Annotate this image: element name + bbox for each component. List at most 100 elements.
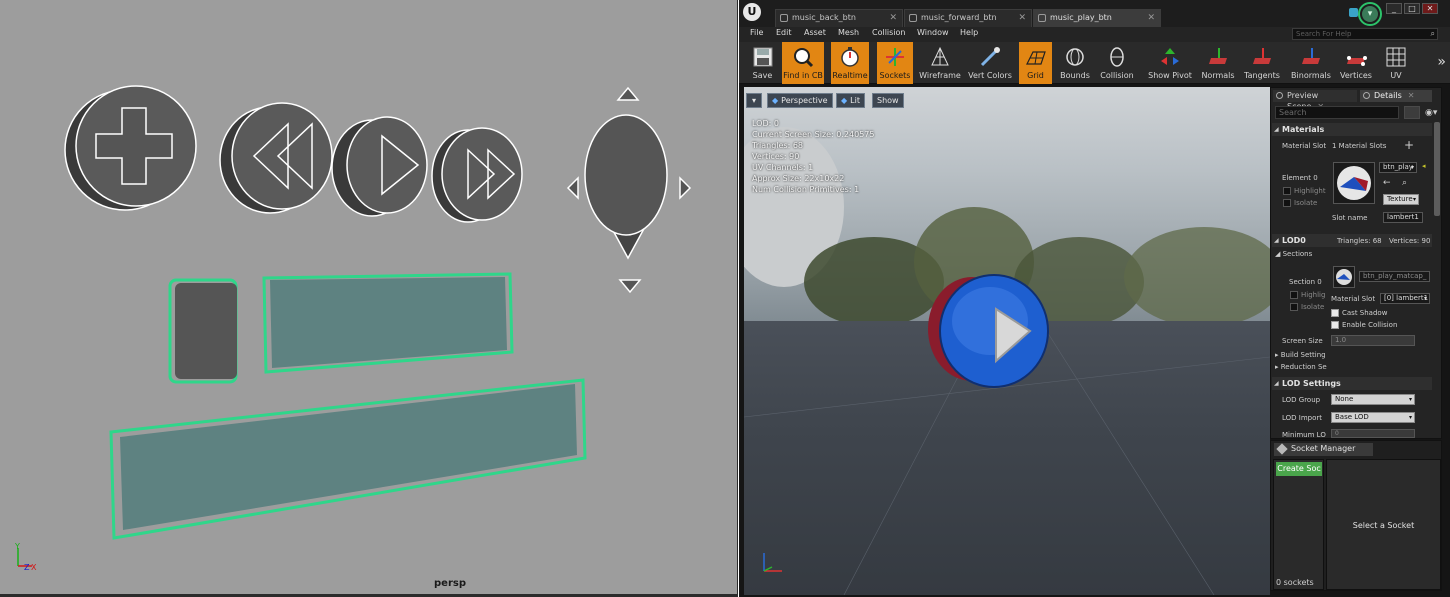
section-material-thumbnail[interactable] xyxy=(1333,266,1355,288)
lod-settings-title: LOD Settings xyxy=(1282,379,1341,388)
play-button-preview[interactable] xyxy=(924,273,1054,397)
lod-group-dropdown[interactable]: None ▾ xyxy=(1331,394,1415,405)
toolbar-save-button[interactable]: Save xyxy=(744,42,781,84)
details-scrollbar[interactable] xyxy=(1434,122,1440,216)
lod-import-dropdown[interactable]: Base LOD ▾ xyxy=(1331,412,1415,423)
slot-name-field[interactable]: lambert1 xyxy=(1383,212,1423,223)
textures-dropdown[interactable]: Texture ▾ xyxy=(1383,194,1419,205)
menu-help[interactable]: Help xyxy=(960,28,978,37)
perspective-label: Perspective xyxy=(781,96,828,105)
build-settings-row[interactable]: ▸ Build Setting xyxy=(1275,351,1326,359)
viewport-options-button[interactable]: ▾ xyxy=(746,93,762,108)
unreal-logo-icon: U xyxy=(743,3,761,21)
tab-close-icon[interactable]: ✕ xyxy=(889,10,897,26)
material-thumbnail[interactable] xyxy=(1333,162,1375,204)
toolbar-overflow-icon[interactable]: » xyxy=(1437,54,1446,70)
toolbar-vert-colors-button[interactable]: Vert Colors xyxy=(965,42,1015,84)
textures-label: Texture xyxy=(1387,195,1413,203)
title-bar[interactable]: U music_back_btn ✕ music_forward_btn ✕ m… xyxy=(739,0,1450,27)
maya-scene[interactable] xyxy=(0,0,738,597)
toolbar-normals-button[interactable]: Normals xyxy=(1200,42,1236,84)
lod-import-value: Base LOD xyxy=(1335,413,1369,421)
details-search-input[interactable]: Search xyxy=(1275,106,1399,119)
browse-back-icon[interactable]: ← xyxy=(1383,178,1391,188)
element-highlight-checkbox[interactable] xyxy=(1283,187,1291,195)
toolbar-collision-button[interactable]: Collision xyxy=(1095,42,1139,84)
lit-button[interactable]: ◆ Lit xyxy=(836,93,865,108)
enable-collision-checkbox[interactable] xyxy=(1331,321,1339,329)
search-for-help-input[interactable]: Search For Help ⌕ xyxy=(1292,28,1438,40)
create-socket-button[interactable]: Create Soc xyxy=(1276,462,1322,476)
reduction-settings-row[interactable]: ▸ Reduction Se xyxy=(1275,363,1327,371)
maya-viewport[interactable]: Y Z X persp xyxy=(0,0,738,597)
menu-file[interactable]: File xyxy=(750,28,763,37)
close-button[interactable]: ✕ xyxy=(1422,3,1438,14)
socket-list[interactable]: Create Soc 0 sockets xyxy=(1273,459,1324,590)
browse-search-icon[interactable]: ⌕ xyxy=(1402,178,1407,188)
tab-close-icon[interactable]: ✕ xyxy=(1018,10,1026,26)
stat-lod: LOD: 0 xyxy=(752,119,779,128)
toolbar-find-in-cb-button[interactable]: Find in CB xyxy=(782,42,824,84)
show-label: Show xyxy=(877,96,899,105)
minimize-button[interactable]: _ xyxy=(1386,3,1402,14)
toolbar-label: Vert Colors xyxy=(968,71,1012,80)
feedback-icon[interactable] xyxy=(1349,8,1358,17)
tab-music-play-btn[interactable]: music_play_btn ✕ xyxy=(1033,9,1161,27)
toolbar-realtime-button[interactable]: Realtime xyxy=(831,42,869,84)
menu-edit[interactable]: Edit xyxy=(776,28,792,37)
menu-mesh[interactable]: Mesh xyxy=(838,28,859,37)
show-button[interactable]: Show xyxy=(872,93,904,108)
socket-manager-tab[interactable]: Socket Manager xyxy=(1274,443,1373,456)
section-highlight-checkbox[interactable] xyxy=(1290,291,1298,299)
view-options-icon[interactable]: ◉▾ xyxy=(1425,108,1437,118)
perspective-button[interactable]: ◆ Perspective xyxy=(767,93,833,108)
toolbar-wireframe-button[interactable]: Wireframe xyxy=(917,42,963,84)
material-slots-count: 1 Material Slots xyxy=(1332,142,1387,150)
maximize-button[interactable]: □ xyxy=(1404,3,1420,14)
search-icon[interactable]: ⌕ xyxy=(1431,29,1435,39)
cast-shadow-checkbox[interactable] xyxy=(1331,309,1339,317)
mesh-preview-viewport[interactable]: ▾ ◆ Perspective ◆ Lit Show LOD: 0 Current … xyxy=(744,87,1270,595)
tab-close-icon[interactable]: ✕ xyxy=(1147,10,1155,26)
collapse-icon: ◢ xyxy=(1274,126,1279,133)
toolbar-bounds-button[interactable]: Bounds xyxy=(1057,42,1093,84)
materials-section-header[interactable]: ◢ Materials xyxy=(1272,123,1432,136)
sockets-icon xyxy=(886,48,904,66)
dpad-mesh xyxy=(566,86,692,294)
menu-collision[interactable]: Collision xyxy=(872,28,906,37)
element-isolate-checkbox[interactable] xyxy=(1283,199,1291,207)
toolbar-tangents-button[interactable]: Tangents xyxy=(1242,42,1282,84)
element-0-label: Element 0 xyxy=(1282,174,1318,182)
tab-details[interactable]: Details ✕ xyxy=(1360,90,1432,102)
toolbar-grid-button[interactable]: Grid xyxy=(1019,42,1052,84)
tab-close-icon[interactable]: ✕ xyxy=(1408,91,1415,100)
toolbar-label: UV xyxy=(1390,71,1402,80)
toolbar-label: Realtime xyxy=(832,71,868,80)
tangents-icon xyxy=(1253,48,1271,64)
lod-settings-section-header[interactable]: ◢ LOD Settings xyxy=(1272,377,1432,390)
maya-axis-y: Y xyxy=(14,542,20,551)
toolbar-uv-button[interactable]: UV xyxy=(1381,42,1411,84)
minimum-lod-field[interactable]: 0 xyxy=(1331,429,1415,438)
toolbar-binormals-button[interactable]: Binormals xyxy=(1290,42,1332,84)
toolbar-show-pivot-button[interactable]: Show Pivot xyxy=(1147,42,1193,84)
material-picker[interactable]: btn_play ▾ xyxy=(1379,162,1417,173)
add-material-slot-icon[interactable]: + xyxy=(1404,138,1414,152)
toolbar-sockets-button[interactable]: Sockets xyxy=(877,42,913,84)
socket-manager-title: Socket Manager xyxy=(1291,444,1356,453)
tab-music-forward-btn[interactable]: music_forward_btn ✕ xyxy=(904,9,1032,27)
section-isolate-checkbox[interactable] xyxy=(1290,303,1298,311)
toolbar-vertices-button[interactable]: Vertices xyxy=(1339,42,1373,84)
property-matrix-icon[interactable] xyxy=(1404,106,1420,119)
tab-music-back-btn[interactable]: music_back_btn ✕ xyxy=(775,9,903,27)
menu-asset[interactable]: Asset xyxy=(804,28,826,37)
toolbar-label: Find in CB xyxy=(783,71,823,80)
use-selected-icon[interactable]: ◂ xyxy=(1422,162,1426,170)
section-material-picker[interactable]: btn_play_matcap_ xyxy=(1359,271,1430,282)
material-slot-dropdown[interactable]: [0] lambert1 ▾ xyxy=(1380,293,1430,304)
enable-collision-label: Enable Collision xyxy=(1342,321,1398,329)
tab-preview-scene[interactable]: Preview Scene✕ xyxy=(1273,90,1357,111)
screen-size-field[interactable]: 1.0 xyxy=(1331,335,1415,346)
menu-window[interactable]: Window xyxy=(917,28,949,37)
source-control-icon[interactable]: ▾ xyxy=(1362,6,1378,22)
